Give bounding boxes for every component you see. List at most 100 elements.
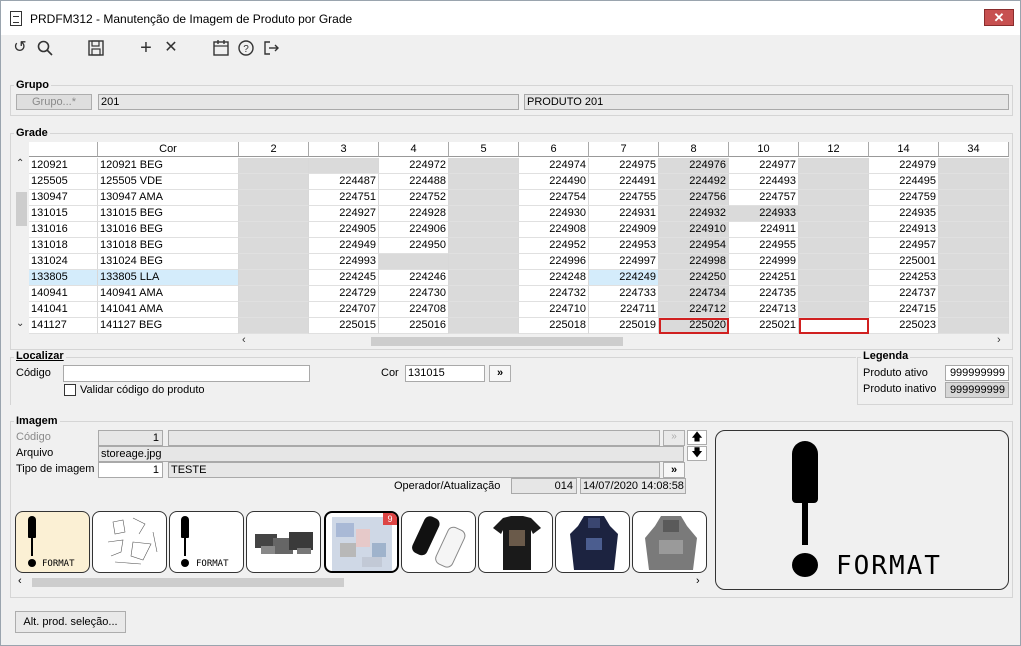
table-cell[interactable]: 224487 bbox=[309, 174, 379, 190]
column-header[interactable]: 8 bbox=[659, 142, 729, 157]
thumbnail-4[interactable] bbox=[246, 511, 321, 573]
thumbnail-scrollbar[interactable]: ‹ › bbox=[15, 575, 707, 589]
grid-vertical-scrollbar[interactable]: ⌃ ⌄ bbox=[15, 158, 28, 333]
grid-horizontal-scrollbar[interactable]: ‹ › bbox=[29, 334, 1009, 348]
thumbnail-5[interactable]: 9 bbox=[324, 511, 399, 573]
thumb-scroll-left-icon[interactable]: ‹ bbox=[18, 575, 22, 587]
table-cell[interactable]: 224911 bbox=[729, 222, 799, 238]
table-cell[interactable] bbox=[939, 158, 1009, 174]
table-cell[interactable]: 224755 bbox=[589, 190, 659, 206]
exit-icon[interactable] bbox=[262, 39, 280, 57]
table-cell[interactable] bbox=[939, 286, 1009, 302]
table-cell[interactable]: 224754 bbox=[519, 190, 589, 206]
column-header[interactable]: 7 bbox=[589, 142, 659, 157]
table-row-label[interactable]: 131015 bbox=[29, 206, 98, 222]
column-header[interactable]: 34 bbox=[939, 142, 1009, 157]
table-cell[interactable] bbox=[939, 174, 1009, 190]
table-cell[interactable]: 224913 bbox=[869, 222, 939, 238]
table-row-label[interactable]: 141127 BEG bbox=[98, 318, 239, 334]
table-row-label[interactable]: 120921 BEG bbox=[98, 158, 239, 174]
table-cell[interactable] bbox=[239, 238, 309, 254]
column-header[interactable]: 4 bbox=[379, 142, 449, 157]
table-cell[interactable]: 224955 bbox=[729, 238, 799, 254]
table-cell[interactable]: 224949 bbox=[309, 238, 379, 254]
scroll-right-icon[interactable]: › bbox=[997, 334, 1001, 346]
table-cell[interactable] bbox=[449, 286, 519, 302]
table-cell[interactable] bbox=[799, 238, 869, 254]
table-cell[interactable] bbox=[799, 206, 869, 222]
table-cell[interactable] bbox=[799, 158, 869, 174]
table-cell[interactable] bbox=[449, 238, 519, 254]
table-cell[interactable]: 224708 bbox=[379, 302, 449, 318]
table-cell[interactable]: 224734 bbox=[659, 286, 729, 302]
table-cell[interactable]: 224492 bbox=[659, 174, 729, 190]
help-icon[interactable]: ? bbox=[237, 39, 255, 57]
table-row-label[interactable]: 131024 BEG bbox=[98, 254, 239, 270]
localizar-go-button[interactable]: » bbox=[489, 365, 511, 382]
table-cell[interactable]: 224908 bbox=[519, 222, 589, 238]
table-cell[interactable] bbox=[239, 286, 309, 302]
table-cell[interactable] bbox=[449, 190, 519, 206]
table-row-label[interactable]: 141127 bbox=[29, 318, 98, 334]
table-cell[interactable]: 224906 bbox=[379, 222, 449, 238]
table-cell[interactable] bbox=[799, 190, 869, 206]
undo-icon[interactable]: ↺ bbox=[11, 39, 29, 57]
table-cell[interactable] bbox=[239, 254, 309, 270]
table-cell[interactable] bbox=[239, 222, 309, 238]
table-cell[interactable]: 224759 bbox=[869, 190, 939, 206]
table-cell[interactable]: 224733 bbox=[589, 286, 659, 302]
validar-checkbox[interactable] bbox=[64, 384, 76, 396]
thumbnail-8[interactable] bbox=[555, 511, 630, 573]
table-cell[interactable]: 224488 bbox=[379, 174, 449, 190]
table-cell[interactable] bbox=[799, 270, 869, 286]
table-cell[interactable]: 224979 bbox=[869, 158, 939, 174]
table-row-label[interactable]: 131018 BEG bbox=[98, 238, 239, 254]
table-cell[interactable]: 224251 bbox=[729, 270, 799, 286]
table-cell[interactable]: 224975 bbox=[589, 158, 659, 174]
table-cell[interactable]: 224997 bbox=[589, 254, 659, 270]
table-cell[interactable]: 224707 bbox=[309, 302, 379, 318]
table-row-label[interactable]: 140941 bbox=[29, 286, 98, 302]
table-cell[interactable]: 225020 bbox=[659, 318, 729, 334]
table-cell[interactable]: 224250 bbox=[659, 270, 729, 286]
table-cell[interactable]: 224735 bbox=[729, 286, 799, 302]
thumb-scroll-thumb[interactable] bbox=[32, 578, 344, 587]
column-header[interactable]: 6 bbox=[519, 142, 589, 157]
table-cell[interactable]: 224757 bbox=[729, 190, 799, 206]
table-cell[interactable] bbox=[449, 270, 519, 286]
table-cell[interactable] bbox=[799, 302, 869, 318]
table-cell[interactable]: 224715 bbox=[869, 302, 939, 318]
table-row-label[interactable]: 131016 bbox=[29, 222, 98, 238]
table-cell[interactable]: 224752 bbox=[379, 190, 449, 206]
table-cell[interactable] bbox=[799, 318, 869, 334]
column-header[interactable]: 5 bbox=[449, 142, 519, 157]
table-cell[interactable] bbox=[799, 286, 869, 302]
table-row-label[interactable]: 125505 bbox=[29, 174, 98, 190]
close-button[interactable]: ✕ bbox=[984, 9, 1014, 26]
table-cell[interactable]: 225023 bbox=[869, 318, 939, 334]
scroll-left-icon[interactable]: ‹ bbox=[242, 334, 246, 346]
table-cell[interactable] bbox=[449, 302, 519, 318]
table-row-label[interactable]: 140941 AMA bbox=[98, 286, 239, 302]
scroll-down-icon[interactable]: ⌄ bbox=[16, 318, 24, 329]
table-cell[interactable]: 224909 bbox=[589, 222, 659, 238]
table-cell[interactable] bbox=[449, 318, 519, 334]
table-row-label[interactable]: 141041 AMA bbox=[98, 302, 239, 318]
table-cell[interactable] bbox=[799, 174, 869, 190]
table-row-label[interactable]: 133805 bbox=[29, 270, 98, 286]
thumbnail-6[interactable] bbox=[401, 511, 476, 573]
column-header[interactable]: Cor bbox=[98, 142, 239, 157]
table-cell[interactable]: 224710 bbox=[519, 302, 589, 318]
table-cell[interactable]: 224249 bbox=[589, 270, 659, 286]
table-cell[interactable]: 224905 bbox=[309, 222, 379, 238]
table-row-label[interactable]: 131018 bbox=[29, 238, 98, 254]
table-cell[interactable]: 224248 bbox=[519, 270, 589, 286]
table-cell[interactable] bbox=[449, 174, 519, 190]
column-header[interactable]: 3 bbox=[309, 142, 379, 157]
table-cell[interactable]: 224977 bbox=[729, 158, 799, 174]
table-cell[interactable] bbox=[239, 206, 309, 222]
table-cell[interactable] bbox=[239, 318, 309, 334]
save-icon[interactable] bbox=[87, 39, 105, 57]
table-cell[interactable] bbox=[239, 158, 309, 174]
table-cell[interactable]: 224490 bbox=[519, 174, 589, 190]
